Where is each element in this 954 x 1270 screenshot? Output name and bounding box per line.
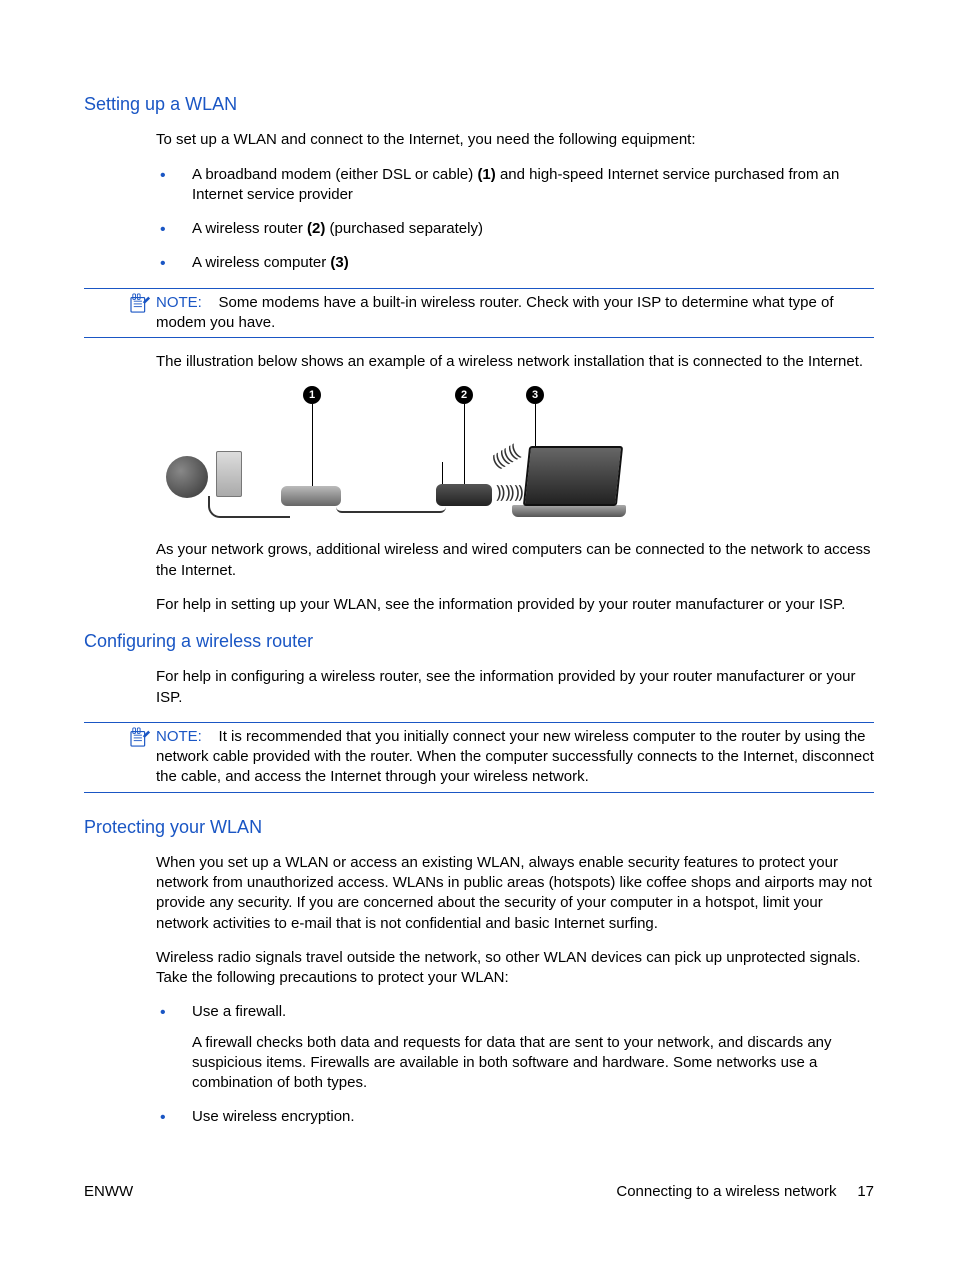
note-label: NOTE: [156,294,202,311]
heading-protecting-wlan: Protecting your WLAN [84,815,874,839]
help-paragraph: For help in setting up your WLAN, see th… [156,595,874,615]
section1-body2: The illustration below shows an example … [156,352,874,615]
globe-icon [166,456,208,498]
li-text: A wireless router [192,220,307,237]
cable-icon [336,499,446,513]
note-icon [130,727,152,747]
footer-right: Connecting to a wireless network 17 [616,1182,874,1202]
laptop-icon [526,446,626,517]
li-bold: (3) [330,254,348,271]
modem-icon [216,451,242,497]
callout-2: 2 [455,386,473,404]
note-text: It is recommended that you initially con… [156,728,874,786]
document-page: Setting up a WLAN To set up a WLAN and c… [0,0,954,1270]
li-text: Use a firewall. [192,1003,286,1020]
antenna-icon [442,462,443,486]
wireless-waves-icon: ⸨⸨⸨ [488,439,524,474]
note-label: NOTE: [156,728,202,745]
section2-body: For help in configuring a wireless route… [156,667,874,708]
protect-paragraph-2: Wireless radio signals travel outside th… [156,948,874,989]
wireless-router-icon [436,484,492,506]
note-text: Some modems have a built-in wireless rou… [156,294,834,331]
heading-setting-up-wlan: Setting up a WLAN [84,92,874,116]
list-item: Use a firewall. A firewall checks both d… [156,1002,874,1093]
li-text: Use wireless encryption. [192,1108,355,1125]
li-bold: (2) [307,220,325,237]
li-text: A wireless computer [192,254,330,271]
note-icon [130,293,152,313]
note-box: NOTE: It is recommended that you initial… [84,722,874,793]
callout-line [312,404,313,486]
section1-body: To set up a WLAN and connect to the Inte… [156,130,874,273]
firewall-description: A firewall checks both data and requests… [192,1033,874,1094]
precautions-list: Use a firewall. A firewall checks both d… [156,1002,874,1127]
router-icon [281,486,341,506]
page-number: 17 [857,1183,874,1200]
page-footer: ENWW Connecting to a wireless network 17 [84,1182,874,1202]
callout-line [464,404,465,484]
illustration-intro: The illustration below shows an example … [156,352,874,372]
protect-paragraph-1: When you set up a WLAN or access an exis… [156,853,874,934]
callout-1: 1 [303,386,321,404]
list-item: A wireless router (2) (purchased separat… [156,219,874,239]
callout-line [535,404,536,446]
li-text: A broadband modem (either DSL or cable) [192,166,477,183]
footer-section-title: Connecting to a wireless network [616,1183,836,1200]
list-item: A wireless computer (3) [156,253,874,273]
section3-body: When you set up a WLAN or access an exis… [156,853,874,1128]
li-bold: (1) [477,166,495,183]
callout-3: 3 [526,386,544,404]
config-paragraph: For help in configuring a wireless route… [156,667,874,708]
cable-icon [208,496,290,518]
note-box: NOTE: Some modems have a built-in wirele… [84,288,874,339]
list-item: Use wireless encryption. [156,1107,874,1127]
wireless-waves-icon: ⸩⸩⸩ [496,480,523,504]
network-grow-paragraph: As your network grows, additional wirele… [156,540,874,581]
list-item: A broadband modem (either DSL or cable) … [156,165,874,206]
li-text: (purchased separately) [325,220,483,237]
equipment-list: A broadband modem (either DSL or cable) … [156,165,874,274]
footer-left: ENWW [84,1182,133,1202]
intro-paragraph: To set up a WLAN and connect to the Inte… [156,130,874,150]
heading-configuring-router: Configuring a wireless router [84,629,874,653]
network-illustration: 1 2 3 ⸩⸩⸩ ⸨⸨⸨ [166,386,666,526]
